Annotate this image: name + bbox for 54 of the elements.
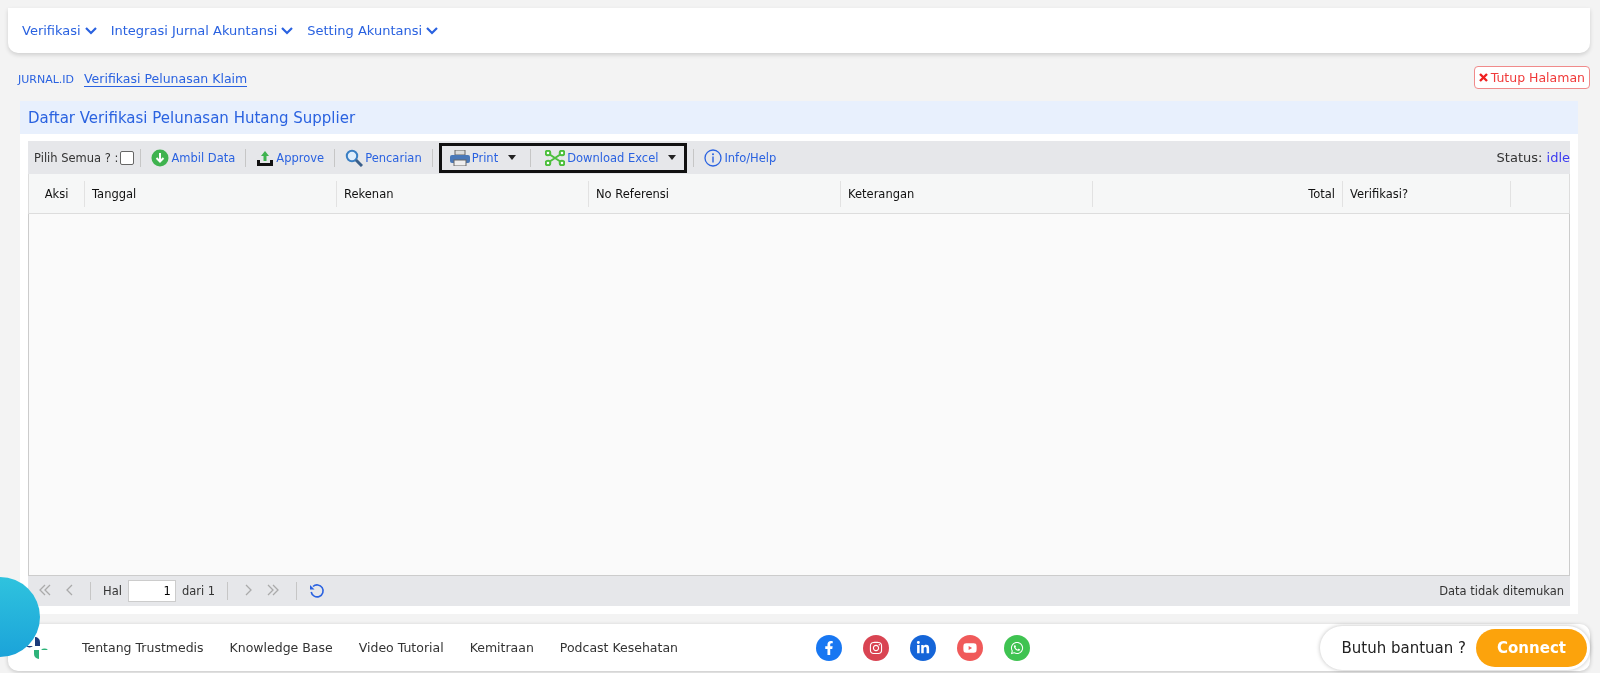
instagram-icon[interactable] [863, 634, 889, 661]
youtube-icon[interactable] [957, 634, 983, 661]
select-all-checkbox[interactable] [120, 150, 135, 165]
caret-icon [508, 155, 517, 160]
menu-item[interactable]: Setting Akuntansi [307, 23, 439, 38]
column-header: Total [1092, 180, 1342, 207]
first-page-icon[interactable] [38, 583, 52, 596]
page-label: Hal [103, 584, 122, 598]
linkedin-icon[interactable] [910, 634, 936, 661]
refresh-icon[interactable] [309, 583, 326, 599]
whatsapp-icon[interactable] [1004, 634, 1030, 661]
menu-item[interactable]: Integrasi Jurnal Akuntansi [110, 23, 294, 38]
select-all-label: Pilih Semua ? : [34, 150, 119, 165]
caret-icon [668, 155, 677, 160]
page-input[interactable]: 1 [127, 580, 176, 602]
toolbar-button[interactable]: Pencarian [341, 142, 426, 173]
column-header: No Referensi [588, 180, 840, 207]
column-header: Aksi [43, 185, 70, 203]
toolbar-button[interactable]: Info/Help [700, 142, 781, 173]
column-header: Verifikasi? [1342, 180, 1510, 207]
close-page-button[interactable]: Tutup Halaman [1473, 65, 1590, 89]
help-text: Butuh bantuan ? [1341, 638, 1466, 657]
column-header: Keterangan [840, 180, 1092, 207]
toolbar-button[interactable]: Ambil Data [147, 142, 240, 173]
download-icon [151, 148, 170, 167]
close-icon [1478, 72, 1488, 82]
previous-page-icon[interactable] [66, 583, 74, 596]
connected-nodes-icon [545, 149, 566, 166]
footer-link[interactable]: Podcast Kesehatan [559, 640, 678, 655]
status-text: Status: idle [1496, 150, 1570, 165]
chevron-down-icon [426, 26, 439, 35]
page-count: dari 1 [181, 584, 216, 598]
menu-item[interactable]: Verifikasi [22, 23, 97, 38]
chevron-down-icon [84, 26, 97, 35]
search-icon [345, 148, 364, 167]
pager-message: Data tidak ditemukan [1439, 584, 1564, 598]
breadcrumb-root[interactable]: JURNAL.ID [18, 72, 75, 86]
next-page-icon[interactable] [244, 583, 253, 596]
printer-icon [449, 149, 470, 166]
breadcrumb-link[interactable]: Verifikasi Pelunasan Klaim [84, 70, 248, 87]
column-header: Rekenan [336, 180, 588, 207]
footer-link[interactable]: Tentang Trustmedis [82, 640, 204, 655]
last-page-icon[interactable] [266, 583, 281, 596]
facebook-icon[interactable] [816, 634, 842, 661]
footer-link[interactable]: Knowledge Base [229, 640, 333, 655]
chevron-down-icon [281, 26, 294, 35]
panel-title: Daftar Verifikasi Pelunasan Hutang Supplier [20, 101, 1578, 134]
footer-link[interactable]: Kemitraan [469, 640, 534, 655]
toolbar-button[interactable]: Download Excel [537, 142, 688, 173]
footer-link[interactable]: Video Tutorial [358, 640, 444, 655]
info-icon [704, 148, 723, 167]
column-header: Tanggal [84, 180, 336, 207]
toolbar-button[interactable]: Print [438, 142, 525, 173]
toolbar-button[interactable]: Approve [252, 142, 329, 173]
